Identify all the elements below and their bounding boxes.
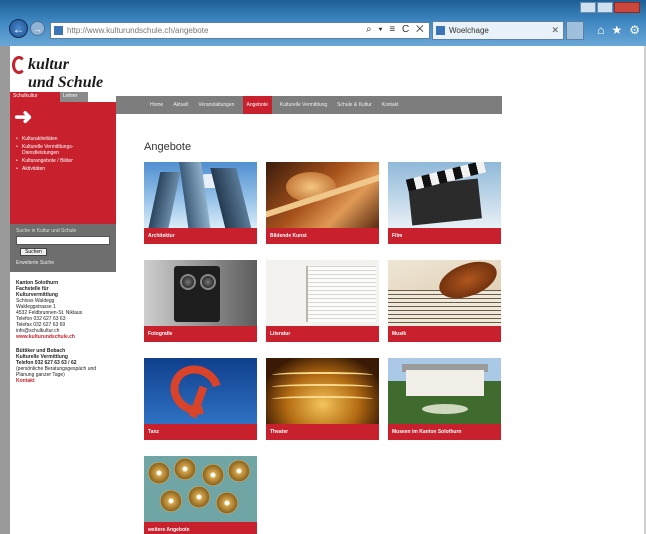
page-title: Angebote: [144, 141, 192, 153]
tile-literatur[interactable]: Literatur: [266, 260, 379, 342]
theater-image: [266, 358, 379, 424]
tile-label: Fotografie: [144, 326, 257, 342]
tile-label: Film: [388, 228, 501, 244]
browser-tab[interactable]: Woelchage ✕: [432, 21, 564, 40]
top-nav-item[interactable]: Schule & Kultur: [335, 96, 373, 114]
browser-chrome: ← → http://www.kulturundschule.ch/angebo…: [0, 0, 646, 46]
search-button[interactable]: Suchen: [20, 248, 47, 256]
violin-image: [388, 260, 501, 326]
sidebar-menu-panel: ➜ Kulturaktivitäten Kulturelle Vermittlu…: [10, 102, 116, 224]
star-icon[interactable]: ★: [611, 23, 622, 37]
spools-image: [144, 456, 257, 522]
close-window-button[interactable]: [614, 2, 640, 13]
tile-label: Museen im Kanton Solothurn: [388, 424, 501, 440]
architecture-image: [144, 162, 257, 228]
tile-label: Tanz: [144, 424, 257, 440]
dancer-image: [144, 358, 257, 424]
sidebar-tabs: Schulkultur Lehrer: [10, 92, 116, 102]
web-page: kultur und Schule Schulkultur Lehrer ➜ K…: [0, 46, 646, 534]
forward-button[interactable]: →: [30, 21, 45, 36]
address-tools[interactable]: ⌕ ▾ ≡ C ✕: [366, 22, 426, 39]
maximize-button[interactable]: [597, 2, 613, 13]
site-logo[interactable]: kultur und Schule: [10, 54, 120, 96]
camera-image: [144, 260, 257, 326]
museum-image: [388, 358, 501, 424]
logo-swirl-icon: [12, 56, 26, 74]
search-label: Suche in Kultur und Schule: [16, 228, 77, 234]
sidebar-nav-item[interactable]: Kulturangebote / Bilder: [16, 158, 106, 164]
tile-label: Bildende Kunst: [266, 228, 379, 244]
tile-architektur[interactable]: Architektur: [144, 162, 257, 244]
tile-museen[interactable]: Museen im Kanton Solothurn: [388, 358, 501, 440]
fine-art-image: [266, 162, 379, 228]
tile-theater[interactable]: Theater: [266, 358, 379, 440]
top-nav-item[interactable]: Home: [148, 96, 165, 114]
tab-title: Woelchage: [449, 26, 489, 35]
tab-favicon-icon: [436, 26, 445, 35]
sidebar-nav: Kulturaktivitäten Kulturelle Vermittlung…: [16, 136, 106, 174]
back-button[interactable]: ←: [9, 19, 28, 38]
top-nav-item[interactable]: Veranstaltungen: [196, 96, 236, 114]
books-image: [266, 260, 379, 326]
contact-info: Kanton Solothurn Fachstelle für Kulturverm…: [16, 280, 114, 384]
tile-musik[interactable]: Musik: [388, 260, 501, 342]
tile-tanz[interactable]: Tanz: [144, 358, 257, 440]
tile-fotografie[interactable]: Fotografie: [144, 260, 257, 342]
sidebar-tab-schulkultur[interactable]: Schulkultur: [10, 92, 60, 102]
home-icon[interactable]: ⌂: [597, 23, 604, 37]
window-controls: [580, 2, 640, 14]
tile-weitere-angebote[interactable]: weitere Angebote: [144, 456, 257, 534]
top-nav-item[interactable]: Aktuell: [171, 96, 190, 114]
logo-line-1: kultur: [28, 56, 69, 73]
sidebar: Schulkultur Lehrer ➜ Kulturaktivitäten K…: [10, 92, 116, 534]
top-nav-item[interactable]: Kulturelle Vermittlung: [278, 96, 329, 114]
film-clapper-image: [388, 162, 501, 228]
advanced-search-link[interactable]: Erweiterte Suche: [16, 260, 54, 266]
top-nav-item[interactable]: Angebote: [242, 96, 272, 114]
sidebar-nav-item[interactable]: Kulturelle Vermittlungs-Dienstleistungen: [16, 144, 106, 156]
new-tab-button[interactable]: [566, 21, 584, 40]
top-navigation: Home Aktuell Veranstaltungen Angebote Kultur…: [116, 96, 502, 114]
tile-label: Architektur: [144, 228, 257, 244]
tile-film[interactable]: Film: [388, 162, 501, 244]
tab-close-icon[interactable]: ✕: [551, 22, 559, 39]
site-favicon-icon: [54, 26, 63, 35]
search-input[interactable]: [16, 236, 110, 245]
contact-info-line[interactable]: Kontakt: [16, 378, 114, 384]
tile-bildende-kunst[interactable]: Bildende Kunst: [266, 162, 379, 244]
sidebar-search-panel: Suche in Kultur und Schule Suchen Erweit…: [10, 224, 116, 272]
tile-label: Theater: [266, 424, 379, 440]
sidebar-nav-item[interactable]: Aktivitäten: [16, 166, 106, 172]
contact-info-line: [16, 340, 114, 348]
address-url: http://www.kulturundschule.ch/angebote: [67, 26, 209, 35]
offer-grid: Architektur Bildende Kunst Film Fotograf…: [144, 162, 502, 534]
logo-line-2: und Schule: [28, 74, 104, 91]
sidebar-tab-lehrer[interactable]: Lehrer: [60, 92, 88, 102]
minimize-button[interactable]: [580, 2, 596, 13]
sidebar-nav-item[interactable]: Kulturaktivitäten: [16, 136, 106, 142]
gear-icon[interactable]: ⚙: [629, 23, 640, 37]
page-left-border: [0, 46, 10, 534]
top-nav-item[interactable]: Kontakt: [380, 96, 401, 114]
tile-label: Musik: [388, 326, 501, 342]
tile-label: weitere Angebote: [144, 522, 257, 534]
tile-label: Literatur: [266, 326, 379, 342]
toolbar-icons: ⌂ ★ ⚙: [597, 23, 640, 37]
arrow-right-icon: ➜: [14, 104, 33, 129]
